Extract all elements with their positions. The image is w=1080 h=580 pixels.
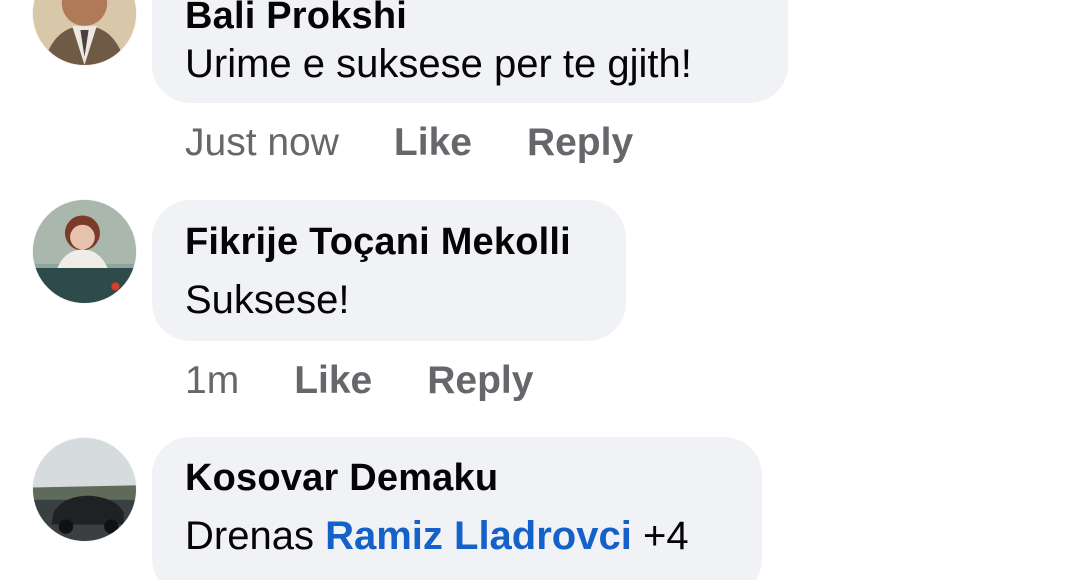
comment-bubble: Bali Prokshi Urime e suksese per te gjit… [152,0,788,103]
comment-author[interactable]: Bali Prokshi [185,0,407,38]
comment-actions: Just now Like Reply [185,121,688,165]
comment-bubble: Fikrije Toçani Mekolli Suksese! [152,200,626,341]
mention-link[interactable]: Ramiz Lladrovci [325,514,632,558]
avatar-photo [33,0,136,65]
more-mentions[interactable]: +4 [643,514,689,558]
comment-text: Suksese! [185,278,350,322]
comment-actions: 1m Like Reply [185,359,588,403]
comment-text-prefix: Drenas [185,514,314,558]
like-button[interactable]: Like [294,359,372,403]
reply-button[interactable]: Reply [527,121,633,165]
avatar[interactable] [33,0,136,65]
comment-text: Drenas Ramiz Lladrovci +4 [185,514,689,559]
comment-timestamp[interactable]: 1m [185,359,239,403]
comment-author[interactable]: Fikrije Toçani Mekolli [185,221,571,264]
avatar[interactable] [33,438,136,541]
like-button[interactable]: Like [394,121,472,165]
comment-text: Urime e suksese per te gjith! [185,42,692,86]
comment-timestamp[interactable]: Just now [185,121,339,165]
comment-author[interactable]: Kosovar Demaku [185,457,498,500]
avatar-photo [33,438,136,541]
avatar-photo [33,200,136,303]
avatar[interactable] [33,200,136,303]
reply-button[interactable]: Reply [427,359,533,403]
comments-thread: Bali Prokshi Urime e suksese per te gjit… [0,0,1080,580]
comment-bubble: Kosovar Demaku Drenas Ramiz Lladrovci +4 [152,437,762,580]
